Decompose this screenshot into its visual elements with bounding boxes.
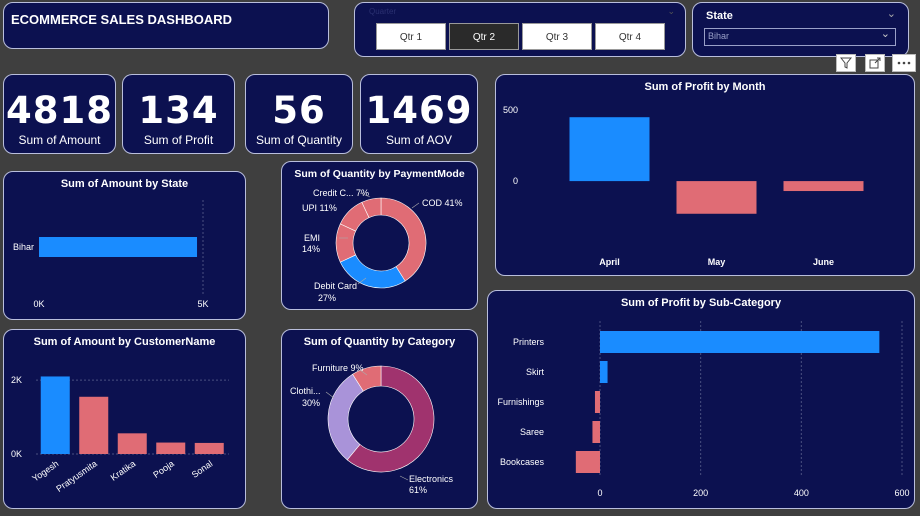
quarter-button-1[interactable]: Qtr 1	[376, 23, 446, 50]
profit-by-month-plot: 500 0 April May June	[503, 105, 864, 267]
kpi-value: 1469	[365, 89, 473, 132]
state-dropdown-value: Bihar	[708, 31, 730, 41]
x-tick-label: 400	[794, 488, 809, 498]
y-tick-label: 500	[503, 105, 518, 115]
slice-label: EMI	[304, 233, 320, 243]
y-tick-label: 0	[513, 176, 518, 186]
leader-line	[399, 475, 409, 481]
x-tick-label: 0K	[33, 299, 44, 309]
chevron-down-icon[interactable]: ⌄	[667, 6, 675, 17]
kpi-value: 4818	[6, 89, 113, 132]
kpi-label: Sum of Profit	[143, 133, 214, 147]
quantity-by-category-plot: Electronics61% Clothi... 30% Furniture 9%	[290, 363, 454, 495]
quantity-by-payment-chart: Sum of Quantity by PaymentMode COD 41% De…	[281, 161, 478, 310]
slice-label: UPI 11%	[302, 203, 337, 213]
bar	[676, 181, 757, 214]
kpi-value: 56	[272, 89, 326, 132]
leader-line	[325, 391, 335, 399]
x-tick-label: Kratika	[109, 458, 138, 482]
amount-by-state-plot: Bihar 0K 5K	[13, 200, 209, 309]
bar	[592, 421, 600, 443]
y-tick-label: Saree	[520, 427, 544, 437]
page-title: ECOMMERCE SALES DASHBOARD	[11, 12, 233, 27]
quantity-by-category-chart: Sum of Quantity by Category Electronics 6…	[281, 329, 478, 509]
more-options-icon[interactable]	[892, 54, 916, 72]
quarter-slicer: Quarter ⌄ Qtr 1 Qtr 2 Qtr 3 Qtr 4	[354, 2, 686, 57]
leader-line	[411, 202, 420, 209]
profit-by-subcategory-chart: Sum of Profit by Sub-Category 0 200 400 600…	[487, 290, 915, 509]
kpi-card-quantity: 56 Sum of Quantity	[245, 74, 353, 154]
x-tick-label: June	[813, 257, 834, 267]
x-tick-label: Pratyusmita	[54, 458, 99, 493]
x-tick-label: 5K	[197, 299, 208, 309]
slice-label: Debit Card	[314, 281, 357, 291]
kpi-value: 134	[138, 89, 219, 132]
y-tick-label: Printers	[513, 337, 545, 347]
chevron-down-icon[interactable]: ⌄	[887, 7, 896, 20]
kpi-card-amount: 4818 Sum of Amount	[3, 74, 116, 154]
amount-by-state-chart: Sum of Amount by State Bihar 0K 5K	[3, 171, 246, 320]
state-slicer-title: State	[706, 10, 733, 22]
chevron-down-icon: ⌄	[880, 28, 890, 40]
bar	[569, 117, 650, 182]
kpi-card-profit: 134 Sum of Profit	[122, 74, 235, 154]
bar	[79, 396, 109, 454]
bar	[117, 433, 147, 454]
amount-by-customer-plot: 2K 0K YogeshPratyusmita Kratika Pooja Sonal	[11, 375, 229, 494]
bar	[783, 181, 864, 192]
bar	[600, 361, 608, 383]
y-tick-label: 2K	[11, 375, 22, 385]
state-slicer: State ⌄ Bihar ⌄	[692, 2, 909, 57]
y-tick-label: Bihar	[13, 242, 34, 252]
quantity-by-payment-plot: COD 41%Debit Card27%EMI14%UPI 11%Credit …	[302, 188, 463, 303]
x-tick-label: May	[708, 257, 726, 267]
donut-slice	[327, 373, 364, 461]
kpi-label: Sum of AOV	[385, 133, 453, 147]
kpi-card-aov: 1469 Sum of AOV	[360, 74, 478, 154]
bar	[156, 442, 186, 454]
slice-label: Clothi...	[290, 386, 321, 396]
state-dropdown[interactable]: Bihar ⌄	[704, 28, 896, 46]
donut-slice	[380, 197, 427, 282]
bar	[39, 237, 198, 257]
x-tick-label: 0	[597, 488, 602, 498]
y-tick-label: Furnishings	[497, 397, 544, 407]
slice-label: COD 41%	[422, 198, 463, 208]
slice-label: Furniture 9%	[312, 363, 364, 373]
kpi-label: Sum of Amount	[18, 133, 101, 147]
x-tick-label: 200	[693, 488, 708, 498]
quarter-button-4[interactable]: Qtr 4	[595, 23, 665, 50]
x-tick-label: Sonal	[190, 458, 215, 479]
slice-label: 30%	[302, 398, 320, 408]
kpi-label: Sum of Quantity	[255, 133, 343, 147]
y-tick-label: Skirt	[526, 367, 544, 377]
bar	[575, 451, 600, 473]
title-card: ECOMMERCE SALES DASHBOARD	[3, 2, 329, 49]
bar	[194, 442, 224, 454]
profit-by-subcategory-plot: 0 200 400 600 Printers Skirt Furnishings Saree B…	[497, 321, 910, 498]
profit-by-month-chart: Sum of Profit by Month 500 0 April May June	[495, 74, 915, 276]
y-tick-label: 0K	[11, 449, 22, 459]
filter-icon[interactable]	[836, 54, 856, 72]
slice-label: Electronics	[409, 474, 454, 484]
slice-label: 61%	[409, 485, 427, 495]
focus-mode-icon[interactable]	[865, 54, 885, 72]
bar	[594, 391, 600, 413]
slice-label: 27%	[318, 293, 336, 303]
x-tick-label: Pooja	[151, 458, 176, 479]
bar	[600, 331, 880, 353]
bar	[40, 376, 70, 454]
quarter-button-3[interactable]: Qtr 3	[522, 23, 592, 50]
quarter-slicer-title: Quarter	[369, 7, 397, 16]
x-tick-label: April	[599, 257, 620, 267]
x-tick-label: Yogesh	[30, 458, 60, 483]
y-tick-label: Bookcases	[500, 457, 545, 467]
amount-by-customer-chart: Sum of Amount by CustomerName 2K 0K Yogesh…	[3, 329, 246, 509]
slice-label: 14%	[302, 244, 320, 254]
quarter-button-2[interactable]: Qtr 2	[449, 23, 519, 50]
x-tick-label: 600	[894, 488, 909, 498]
